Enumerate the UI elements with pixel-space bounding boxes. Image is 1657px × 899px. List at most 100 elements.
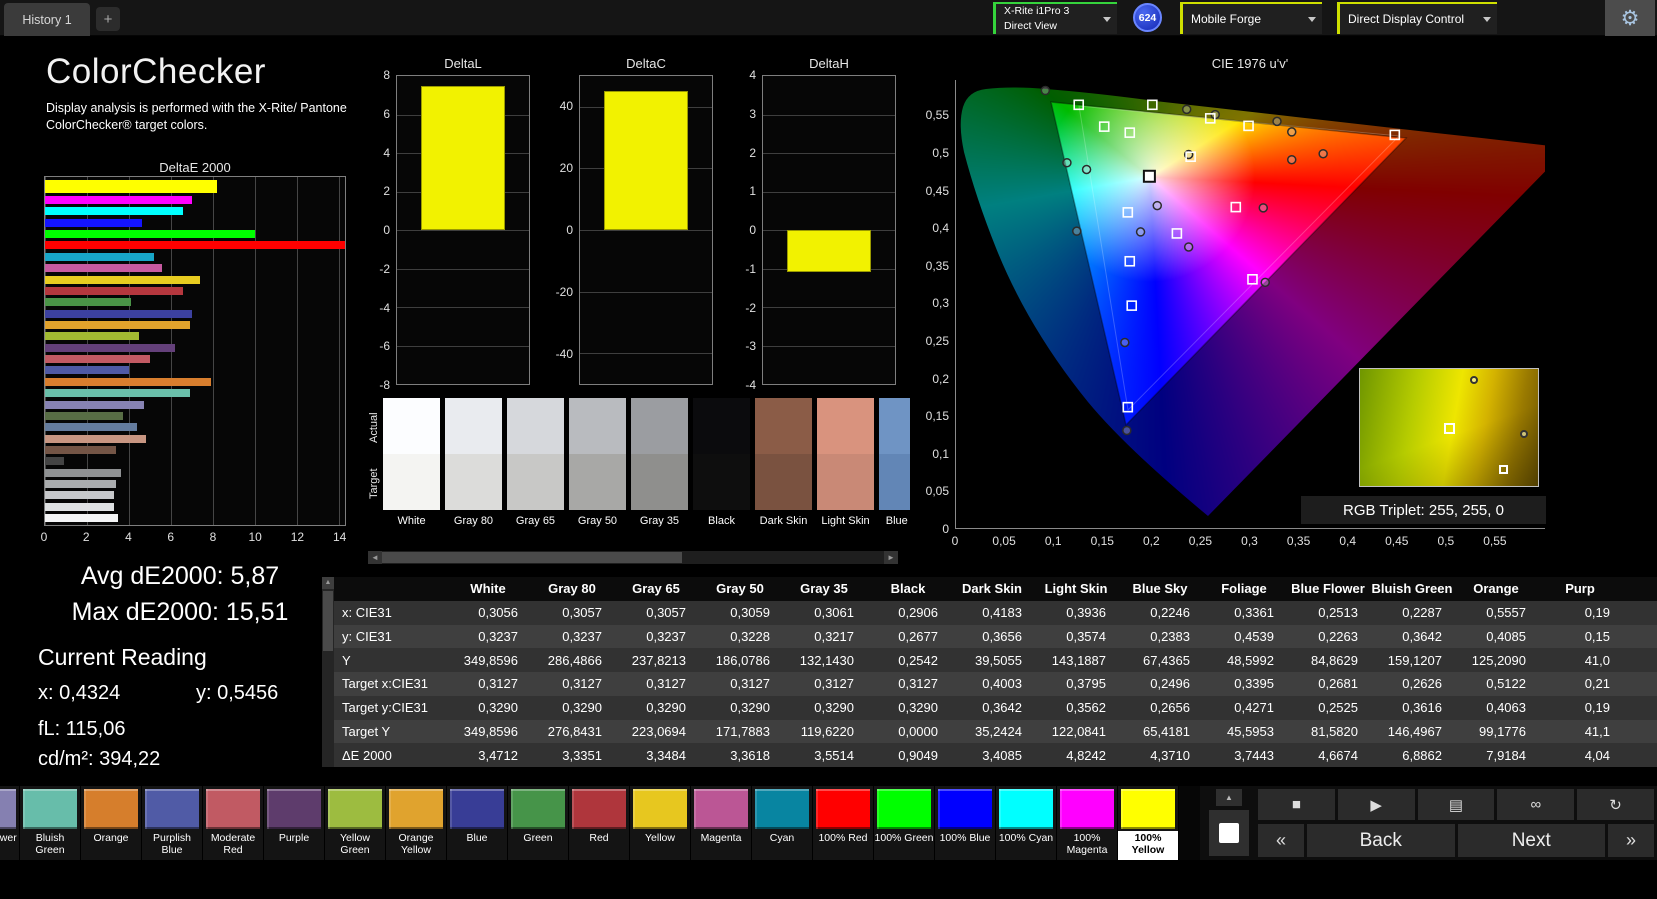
table-scrollbar[interactable]: ▲ [322,577,334,767]
gridline [397,307,529,308]
table-cell: 99,1776 [1479,723,1526,739]
table-cell: 0,21 [1584,676,1610,692]
stop-button[interactable]: ■ [1258,789,1335,820]
gridline [763,307,895,308]
patch-button-blue[interactable]: Blue [447,786,508,860]
chevron-down-icon [1308,17,1316,22]
table-cell: 0,4063 [1486,700,1526,716]
deltae-bar-gray-80 [45,502,115,511]
play-button[interactable]: ▶ [1337,789,1415,820]
table-cell: 0,2525 [1318,700,1358,716]
patch-button-magenta[interactable]: Magenta [691,786,752,860]
back-button[interactable]: Back [1307,824,1455,857]
patch-label: Magenta [700,832,742,844]
patch-button-cyan[interactable]: Cyan [752,786,813,860]
add-tab-button[interactable]: + [96,7,120,31]
table-cell: 3,4712 [478,747,518,763]
table-cell: 0,2383 [1150,628,1190,644]
scrollbar-thumb[interactable] [323,591,333,651]
deltae-bar-dark-skin [45,445,117,454]
table-cell: 349,8596 [463,723,518,739]
scrollbar-thumb[interactable] [382,552,682,563]
scroll-up-arrow[interactable]: ▲ [322,577,334,589]
table-cell: 0,2906 [898,605,938,621]
next-button[interactable]: Next [1457,824,1605,857]
swatch-comparison-panel: Actual Target White Gray 80 Gray 65 Gray 50… [368,398,910,564]
settings-button[interactable]: ⚙ [1605,0,1655,36]
y-axis-tick-label: 0 [749,223,756,237]
deltae-bar-row-gray-65 [45,491,345,500]
patch-button-100-yellow[interactable]: 100% Yellow [1118,786,1179,860]
back-chevron-button[interactable]: « [1258,824,1304,857]
meter-dropdown[interactable]: X-Rite i1Pro 3 Direct View [993,2,1117,34]
y-axis-tick-label: 0,3 [932,296,949,311]
patch-button-100-cyan[interactable]: 100% Cyan [996,786,1057,860]
deltae-bar-purple [45,343,176,352]
tab-history-1[interactable]: History 1 [4,3,90,36]
patch-button-100-blue[interactable]: 100% Blue [935,786,996,860]
source-label: Mobile Forge [1191,12,1262,26]
patch-label: Yellow [645,832,675,844]
table-cell: 3,4085 [982,747,1022,763]
table-cell: 0,3936 [1066,605,1106,621]
y-axis-tick-label: 20 [559,161,573,175]
current-fl: fL: 115,06 [38,718,126,740]
deltae-bar-purplish-blue [45,366,129,375]
y-axis-tick-label: 0,2 [932,371,949,386]
patch-label: Blue Flower [0,832,17,844]
patch-button-red[interactable]: Red [569,786,630,860]
patch-button-purple[interactable]: Purple [264,786,325,860]
table-cell: 0,3061 [814,605,854,621]
avg-de2000: Avg dE2000: 5,87 [80,562,280,590]
patch-button-yellow[interactable]: Yellow [630,786,691,860]
delta-bar [420,85,506,230]
measurement-count-badge[interactable]: 624 [1133,3,1162,32]
table-cell: 286,4866 [547,652,602,668]
chart-plot-area [396,75,530,385]
table-cell: 0,3290 [898,700,938,716]
scroll-right-arrow[interactable]: ► [884,551,898,564]
table-cell: 0,5122 [1486,676,1526,692]
source-dropdown[interactable]: Mobile Forge [1180,2,1322,34]
patch-button-green[interactable]: Green [508,786,569,860]
x-axis-tick-label: 10 [248,530,262,544]
target-point [1098,121,1110,132]
patch-button-100-green[interactable]: 100% Green [874,786,935,860]
display-control-dropdown[interactable]: Direct Display Control [1337,2,1497,34]
table-cell: 7,9184 [1486,747,1526,763]
patch-label: Blue [466,832,488,844]
expand-up-button[interactable]: ▲ [1216,789,1242,806]
deltae-bar-bluish-green [45,389,190,398]
patch-window-button[interactable] [1209,810,1249,856]
patch-button-purplish-blue[interactable]: Purplish Blue [142,786,203,860]
patch-button-yellow-green[interactable]: Yellow Green [325,786,386,860]
target-point [1171,228,1183,239]
deltae-bar-row-100-red [45,241,345,250]
refresh-button[interactable]: ↻ [1577,789,1654,820]
patch-button-bluish-green[interactable]: Bluish Green [20,786,81,860]
table-cell: 0,2263 [1318,628,1358,644]
deltae-bar-green [45,298,131,307]
next-chevron-button[interactable]: » [1608,824,1654,857]
x-axis-tick-label: 0 [951,534,959,548]
save-button[interactable]: ▤ [1417,789,1495,820]
y-axis-tick-label: 0 [942,522,949,536]
patch-button-blue-flower[interactable]: Blue Flower [0,786,20,860]
table-cell: 0,2677 [898,628,938,644]
patch-button-orange[interactable]: Orange [81,786,142,860]
loop-button[interactable]: ∞ [1497,789,1575,820]
x-axis-tick-label: 0,5 [1437,534,1455,548]
measurement-point [1272,116,1282,127]
page-title: ColorChecker [46,52,266,91]
patch-button-100-red[interactable]: 100% Red [813,786,874,860]
patch-button-100-magenta[interactable]: 100% Magenta [1057,786,1118,860]
y-axis-tick-label: 0,05 [925,484,949,499]
scroll-left-arrow[interactable]: ◄ [368,551,382,564]
table-cell: 65,4181 [1143,723,1190,739]
inset-measurement-point [1520,429,1529,438]
patch-button-moderate-red[interactable]: Moderate Red [203,786,264,860]
deltae-bar-yellow [45,275,201,284]
patch-button-orange-yellow[interactable]: Orange Yellow [386,786,447,860]
colorchecker-swatch-gray-50: Gray 50 [569,398,626,540]
swatch-scrollbar[interactable]: ◄ ► [368,551,898,564]
